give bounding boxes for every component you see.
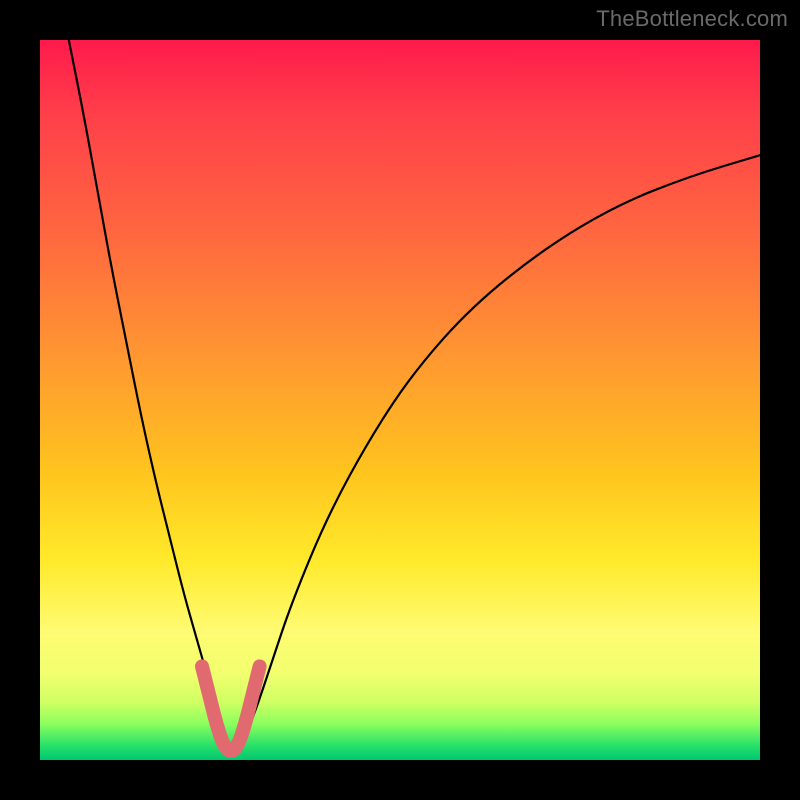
chart-frame: TheBottleneck.com [0,0,800,800]
highlight-valley [202,666,260,751]
attribution-label: TheBottleneck.com [596,6,788,32]
plot-area [40,40,760,760]
bottleneck-curve [69,40,760,751]
curve-layer [40,40,760,760]
